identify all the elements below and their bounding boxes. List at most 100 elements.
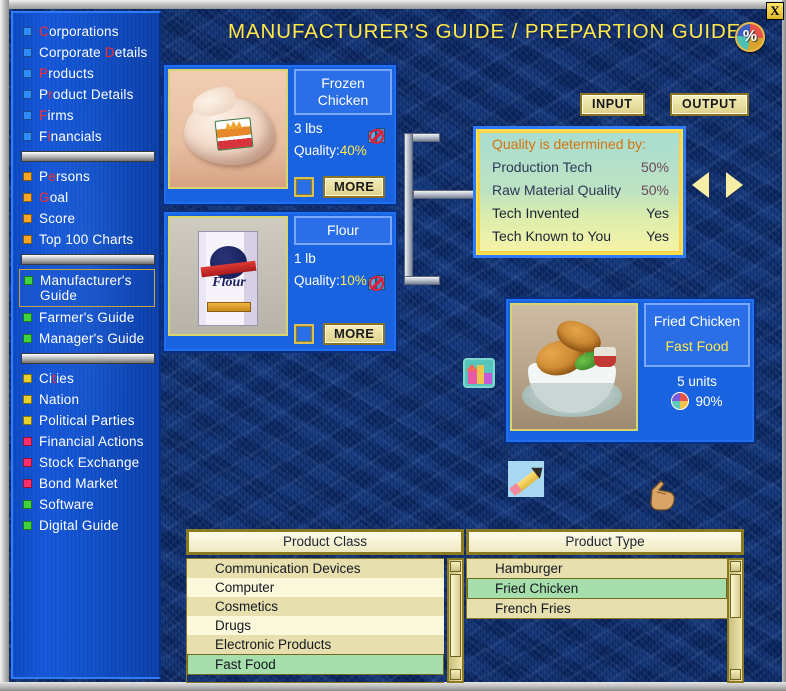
input-card-flour[interactable]: Flour Flour 1 lb Quality:10% MORE <box>162 210 398 353</box>
sidebar-item-manufacturer-s-guide[interactable]: Manufacturer's Guide <box>19 269 155 307</box>
output-product-class: Fast Food <box>665 338 729 354</box>
pipe-center-horizontal <box>413 190 475 199</box>
pie-percent-icon[interactable]: % <box>735 22 765 52</box>
sidebar-bullet-icon <box>23 214 32 223</box>
manufacturers-guide-window: MANUFACTURER'S GUIDE / PREPARTION GUIDE … <box>0 0 786 691</box>
quality-info-panel: Quality is determined by: Production Tec… <box>473 126 686 258</box>
input-quality-label: Quality: <box>294 143 340 158</box>
product-type-item[interactable]: Fried Chicken <box>467 578 727 599</box>
arrow-right-icon[interactable] <box>726 172 743 198</box>
output-quality-row: 90% <box>644 392 750 410</box>
sidebar-item-label: Political Parties <box>39 413 135 428</box>
sidebar-item-product-details[interactable]: Product Details <box>19 84 159 105</box>
product-class-item[interactable]: Computer <box>187 578 444 597</box>
sidebar-list: Corporations Corporate Details Products Pro… <box>13 13 159 536</box>
product-class-item[interactable]: Communication Devices <box>187 559 444 578</box>
product-type-item[interactable]: French Fries <box>467 599 727 618</box>
product-type-list[interactable]: Hamburger Fried Chicken French Fries <box>466 558 727 619</box>
window-chrome-top <box>0 0 786 9</box>
sidebar-item-label: Persons <box>39 169 90 184</box>
scroll-thumb[interactable] <box>450 574 461 657</box>
input-card-frozen-chicken[interactable]: Frozen Chicken 3 lbs Quality:40% MORE <box>162 63 398 206</box>
sidebar-bullet-icon <box>23 458 32 467</box>
product-type-panel: Product Type Hamburger Fried Chicken Frenc… <box>466 529 744 683</box>
product-class-item[interactable]: Fast Food <box>187 654 444 675</box>
product-class-panel: Product Class Communication Devices Compu… <box>186 529 464 683</box>
input-checkbox-flour[interactable] <box>294 324 314 344</box>
sidebar-item-products[interactable]: Products <box>19 63 159 84</box>
input-name-frozen-chicken: Frozen Chicken <box>294 69 392 115</box>
sidebar-item-top-100-charts[interactable]: Top 100 Charts <box>19 229 159 250</box>
sidebar-item-cities[interactable]: Cities <box>19 368 159 389</box>
sidebar-item-score[interactable]: Score <box>19 208 159 229</box>
output-tab-button[interactable]: OUTPUT <box>670 93 749 116</box>
sidebar-separator <box>21 151 155 162</box>
sidebar-item-financial-actions[interactable]: Financial Actions <box>19 431 159 452</box>
pencil-edit-icon[interactable] <box>508 461 544 497</box>
sidebar-item-software[interactable]: Software <box>19 494 159 515</box>
flour-image: Flour <box>170 218 286 334</box>
sidebar-item-persons[interactable]: Persons <box>19 166 159 187</box>
input-amount-flour: 1 lb <box>294 251 316 266</box>
sidebar-separator <box>21 353 155 364</box>
output-product-name: Fried Chicken <box>653 313 741 329</box>
sidebar-item-label: Financials <box>39 129 102 144</box>
sidebar-item-label: Manager's Guide <box>39 331 145 346</box>
sidebar-item-bond-market[interactable]: Bond Market <box>19 473 159 494</box>
fried-chicken-image <box>512 305 636 429</box>
product-class-item[interactable]: Electronic Products <box>187 635 444 654</box>
input-more-button-frozen-chicken[interactable]: MORE <box>323 176 386 198</box>
sidebar-item-stock-exchange[interactable]: Stock Exchange <box>19 452 159 473</box>
quality-row-key: Raw Material Quality <box>492 182 622 198</box>
output-thumbnail <box>510 303 638 431</box>
sidebar-item-farmer-s-guide[interactable]: Farmer's Guide <box>19 307 159 328</box>
product-class-item[interactable]: Drugs <box>187 616 444 635</box>
arrow-left-icon[interactable] <box>692 172 709 198</box>
scroll-thumb[interactable] <box>730 574 741 618</box>
sidebar-item-label: Score <box>39 211 76 226</box>
product-type-scrollbar[interactable] <box>727 558 744 683</box>
factory-building-icon[interactable] <box>463 358 495 388</box>
sidebar-item-goal[interactable]: Goal <box>19 187 159 208</box>
pipe-vertical <box>404 133 413 285</box>
input-card-actions: MORE <box>294 176 386 198</box>
sidebar-item-corporations[interactable]: Corporations <box>19 21 159 42</box>
sidebar-item-label: Corporate Details <box>39 45 148 60</box>
frozen-chicken-image <box>170 71 286 187</box>
sidebar-item-manager-s-guide[interactable]: Manager's Guide <box>19 328 159 349</box>
sidebar-bullet-icon <box>23 235 32 244</box>
sidebar-item-digital-guide[interactable]: Digital Guide <box>19 515 159 536</box>
quality-row-value: 50% <box>640 159 669 175</box>
sidebar-item-nation[interactable]: Nation <box>19 389 159 410</box>
scroll-up-button[interactable] <box>450 561 461 572</box>
input-name-flour: Flour <box>294 216 392 245</box>
sidebar-item-firms[interactable]: Firms <box>19 105 159 126</box>
input-more-button-flour[interactable]: MORE <box>323 323 386 345</box>
close-icon[interactable]: X <box>766 2 784 20</box>
input-tab-button[interactable]: INPUT <box>580 93 645 116</box>
input-checkbox-frozen-chicken[interactable] <box>294 177 314 197</box>
product-class-scrollbar[interactable] <box>447 558 464 683</box>
product-class-item[interactable]: Cosmetics <box>187 597 444 616</box>
input-quality-value: 10% <box>339 273 367 288</box>
scroll-down-button[interactable] <box>730 669 741 680</box>
product-class-list[interactable]: Communication Devices Computer Cosmetics Dr… <box>186 558 444 683</box>
scroll-down-button[interactable] <box>450 669 461 680</box>
quality-row: Raw Material Quality 50% <box>480 179 679 202</box>
sidebar-item-political-parties[interactable]: Political Parties <box>19 410 159 431</box>
sidebar-item-label: Manufacturer's Guide <box>40 273 132 303</box>
sidebar-bullet-icon <box>23 313 32 322</box>
sidebar-item-financials[interactable]: Financials <box>19 126 159 147</box>
quality-row-value: 50% <box>640 182 669 198</box>
sidebar-item-label: Corporations <box>39 24 119 39</box>
sidebar-bullet-icon <box>23 374 32 383</box>
sidebar-bullet-icon <box>23 132 32 141</box>
window-chrome-left <box>0 0 9 691</box>
product-type-item[interactable]: Hamburger <box>467 559 727 578</box>
scroll-up-button[interactable] <box>730 561 741 572</box>
output-card-fried-chicken[interactable]: Fried Chicken Fast Food 5 units 90% <box>504 297 756 444</box>
sidebar-bullet-icon <box>23 172 32 181</box>
quality-row: Tech Known to You Yes <box>480 225 679 248</box>
sidebar-bullet-icon <box>23 500 32 509</box>
sidebar-item-corporate-details[interactable]: Corporate Details <box>19 42 159 63</box>
